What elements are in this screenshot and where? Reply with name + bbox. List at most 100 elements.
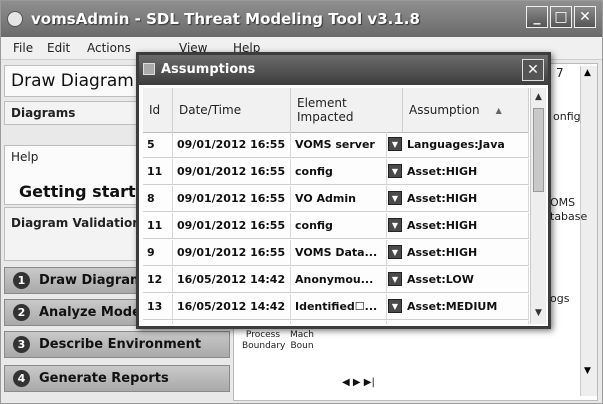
window-title: vomsAdmin - SDL Threat Modeling Tool v3.… [31, 10, 420, 28]
col-date[interactable]: Date/Time [173, 88, 291, 132]
scroll-down-icon[interactable]: ▼ [584, 366, 591, 376]
scroll-up-icon[interactable]: ▲ [532, 90, 545, 104]
dropdown-arrow-icon[interactable]: ▼ [388, 191, 402, 205]
table-header: Id Date/Time Element Impacted Assumption… [143, 88, 529, 133]
nav-label: Generate Reports [39, 371, 169, 386]
cell-id: 13 [143, 294, 173, 319]
dropdown-arrow-icon[interactable]: ▼ [388, 245, 402, 259]
step-4-icon: 4 [13, 370, 30, 387]
cell-element[interactable]: VOMS Data... [291, 240, 387, 265]
tab-number: 7 [556, 66, 564, 80]
cell-id: 8 [143, 186, 173, 211]
dialog-scrollbar[interactable]: ▲ ▼ [530, 88, 546, 324]
step-2-icon: 2 [13, 304, 30, 321]
next-page-icon[interactable]: ▶ [353, 377, 361, 388]
table-row[interactable]: 11 09/01/2012 16:55 config Asset:HIGH ▼ [143, 159, 529, 185]
prev-page-icon[interactable]: ◀ [342, 377, 350, 388]
cell-date: 16/05/2012 14:42 [173, 294, 291, 319]
cell-id: 12 [143, 267, 173, 292]
last-page-icon[interactable]: ▶| [364, 377, 375, 388]
voms-db-label-1: OMS [550, 196, 576, 209]
cell-id: 11 [143, 159, 173, 184]
scroll-thumb[interactable] [533, 108, 544, 192]
dropdown-arrow-icon[interactable]: ▼ [388, 299, 402, 313]
dropdown-arrow-icon[interactable]: ▼ [388, 137, 402, 151]
maximize-icon: □ [554, 9, 568, 25]
nav-label: Draw Diagram [39, 273, 144, 288]
nav-label: Analyze Model [39, 305, 146, 320]
cell-date: 09/01/2012 16:55 [173, 240, 291, 265]
nav-describe-environment[interactable]: 3 Describe Environment [4, 331, 230, 358]
stencil-machine-boundary[interactable]: Mach Boun [288, 330, 316, 352]
cell-assumption[interactable]: Languages:Java [403, 132, 529, 157]
voms-db-label-2[interactable]: tabase [550, 210, 587, 223]
close-icon: ✕ [527, 62, 539, 78]
cell-assumption[interactable]: Asset:HIGH [403, 240, 529, 265]
cell-id: 11 [143, 213, 173, 238]
assumptions-table: Id Date/Time Element Impacted Assumption… [143, 88, 529, 324]
menu-actions[interactable]: Actions [87, 41, 131, 55]
cell-assumption[interactable]: Asset:LOW [403, 267, 529, 292]
nav-label: Describe Environment [39, 337, 202, 352]
menu-edit[interactable]: Edit [47, 41, 70, 55]
cell-element[interactable]: Email server [291, 321, 387, 324]
app-icon [7, 11, 23, 27]
cell-element[interactable]: VOMS server [291, 132, 387, 157]
cell-element[interactable]: Identified☐... [291, 294, 387, 319]
table-row[interactable]: 13 16/05/2012 14:42 Identified☐... Asset:ME… [143, 294, 529, 320]
cell-assumption[interactable]: Asset:HIGH [403, 186, 529, 211]
col-id[interactable]: Id [143, 88, 173, 132]
cell-element[interactable]: VO Admin [291, 186, 387, 211]
table-row[interactable]: 5 09/01/2012 16:55 VOMS server Languages:Ja… [143, 132, 529, 158]
menu-file[interactable]: File [13, 41, 33, 55]
dialog-title-bar: Assumptions ✕ [139, 55, 548, 85]
step-1-icon: 1 [13, 272, 30, 289]
draw-diagram-title: Draw Diagram [11, 71, 134, 91]
table-row[interactable]: 11 09/01/2012 16:55 config Asset:HIGH ▼ [143, 213, 529, 239]
step-3-icon: 3 [13, 336, 30, 353]
page-nav[interactable]: ◀ ▶ ▶| [342, 377, 375, 388]
table-row[interactable]: 9 09/01/2012 16:55 VOMS Data... Asset:HIGH ▼ [143, 240, 529, 266]
help-label: Help [11, 150, 39, 164]
dialog-icon [143, 63, 155, 75]
nav-generate-reports[interactable]: 4 Generate Reports [4, 365, 230, 392]
canvas-scrollbar[interactable]: ▲ ▼ [580, 66, 597, 396]
dropdown-arrow-icon[interactable]: ▼ [388, 272, 402, 286]
cell-date: 09/01/2012 16:55 [173, 159, 291, 184]
col-assumption-label: Assumption [409, 103, 480, 117]
diagram-validation-label: Diagram Validation [11, 216, 141, 230]
logs-shape-label[interactable]: ogs [550, 292, 569, 305]
app-window: vomsAdmin - SDL Threat Modeling Tool v3.… [0, 0, 603, 404]
maximize-button[interactable]: □ [550, 6, 572, 28]
cell-element[interactable]: config [291, 159, 387, 184]
dialog-title: Assumptions [161, 62, 256, 77]
cell-element[interactable]: Anonymou... [291, 267, 387, 292]
cell-assumption[interactable]: Asset:MEDIUM [403, 321, 529, 324]
cell-id: 9 [143, 240, 173, 265]
col-assumption[interactable]: Assumption ▲ [403, 88, 529, 132]
dropdown-arrow-icon[interactable]: ▼ [388, 218, 402, 232]
cell-element[interactable]: config [291, 213, 387, 238]
sort-asc-icon: ▲ [495, 105, 502, 115]
table-row[interactable]: 1416/05/2012 14:55Email server Asset:MEDI… [143, 321, 529, 324]
minimize-icon: _ [533, 9, 541, 25]
stencil-process-boundary[interactable]: Process Boundary [242, 330, 285, 352]
scroll-down-icon[interactable]: ▼ [532, 306, 545, 320]
cell-id: 14 [143, 321, 173, 324]
dialog-close-button[interactable]: ✕ [522, 59, 544, 81]
close-button[interactable]: ✕ [574, 6, 596, 28]
table-row[interactable]: 8 09/01/2012 16:55 VO Admin Asset:HIGH ▼ [143, 186, 529, 212]
minimize-button[interactable]: _ [526, 6, 548, 28]
cell-assumption[interactable]: Asset:MEDIUM [403, 294, 529, 319]
diagrams-label: Diagrams [11, 106, 76, 120]
scroll-up-icon[interactable]: ▲ [584, 68, 591, 78]
table-row[interactable]: 12 16/05/2012 14:42 Anonymou... Asset:LOW ▼ [143, 267, 529, 293]
config-shape-label[interactable]: onfig [553, 110, 581, 123]
title-bar: vomsAdmin - SDL Threat Modeling Tool v3.… [1, 1, 602, 37]
cell-date: 09/01/2012 16:55 [173, 213, 291, 238]
cell-assumption[interactable]: Asset:HIGH [403, 213, 529, 238]
col-element[interactable]: Element Impacted [291, 88, 403, 132]
cell-assumption[interactable]: Asset:HIGH [403, 159, 529, 184]
dropdown-arrow-icon[interactable]: ▼ [388, 164, 402, 178]
close-icon: ✕ [579, 9, 591, 25]
